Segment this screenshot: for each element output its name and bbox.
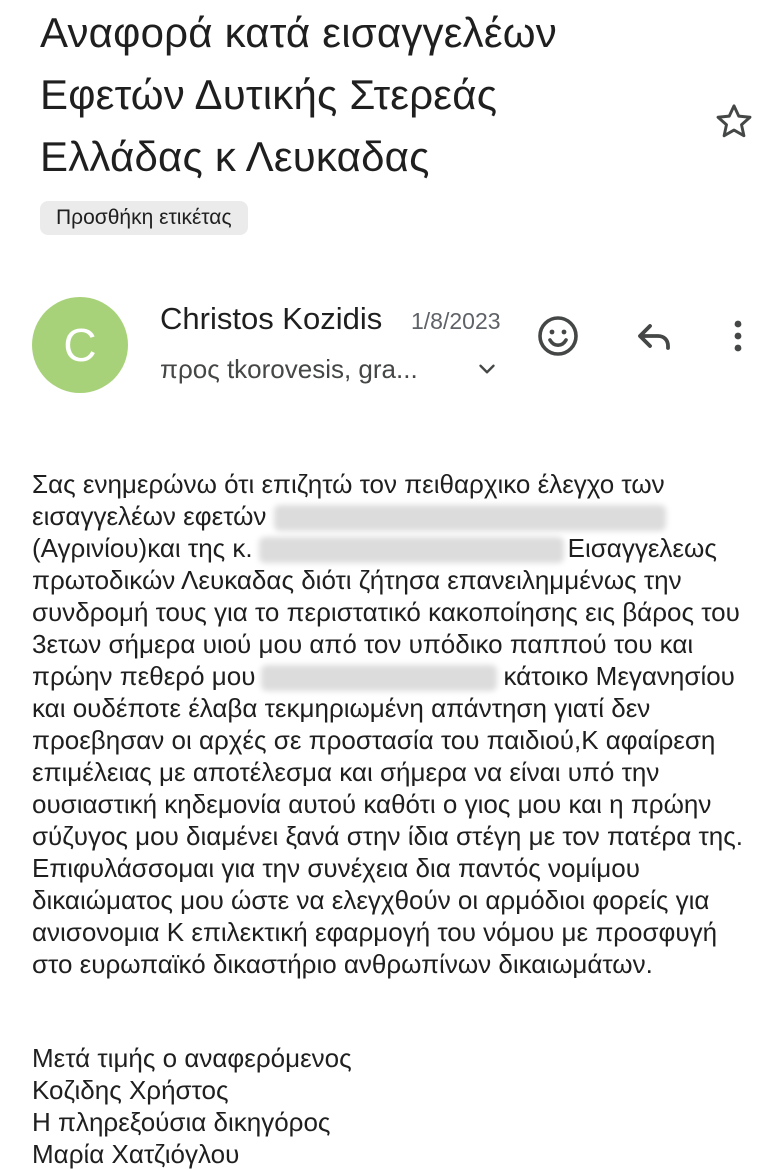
sender-name[interactable]: Christos Kozidis — [160, 300, 382, 338]
signature-line: Μετά τιμής ο αναφερόμενος — [32, 1043, 352, 1073]
redacted-name — [261, 665, 498, 691]
email-subject: Αναφορά κατά εισαγγελέων Εφετών Δυτικής … — [40, 9, 557, 180]
email-signature: Μετά τιμής ο αναφερόμενος Κοζιδης Χρήστο… — [32, 1042, 352, 1170]
reply-icon[interactable] — [630, 312, 678, 360]
signature-line: Η πληρεξούσια δικηγόρος — [32, 1107, 331, 1137]
chevron-down-icon[interactable] — [474, 356, 500, 382]
add-label-chip[interactable]: Προσθήκη ετικέτας — [40, 201, 248, 235]
emoji-icon[interactable] — [534, 312, 582, 360]
more-vert-icon[interactable] — [714, 312, 762, 360]
signature-line: Κοζιδης Χρήστος — [32, 1075, 229, 1105]
body-text: (Αγρινίου)και της κ. — [32, 533, 253, 563]
email-date: 1/8/2023 — [411, 308, 501, 334]
star-icon[interactable] — [712, 100, 756, 144]
recipients-summary[interactable]: προς tkorovesis, gra... — [160, 352, 418, 386]
sender-avatar[interactable]: C — [32, 297, 128, 393]
redacted-name — [258, 537, 564, 563]
signature-line: Μαρία Χατζιόγλου — [32, 1139, 240, 1169]
email-body: Σας ενημερώνω ότι επιζητώ τον πειθαρχικο… — [32, 468, 762, 980]
body-text: κάτοικο Μεγανησίου και ουδέποτε έλαβα τε… — [32, 661, 743, 979]
redacted-name — [273, 505, 666, 531]
